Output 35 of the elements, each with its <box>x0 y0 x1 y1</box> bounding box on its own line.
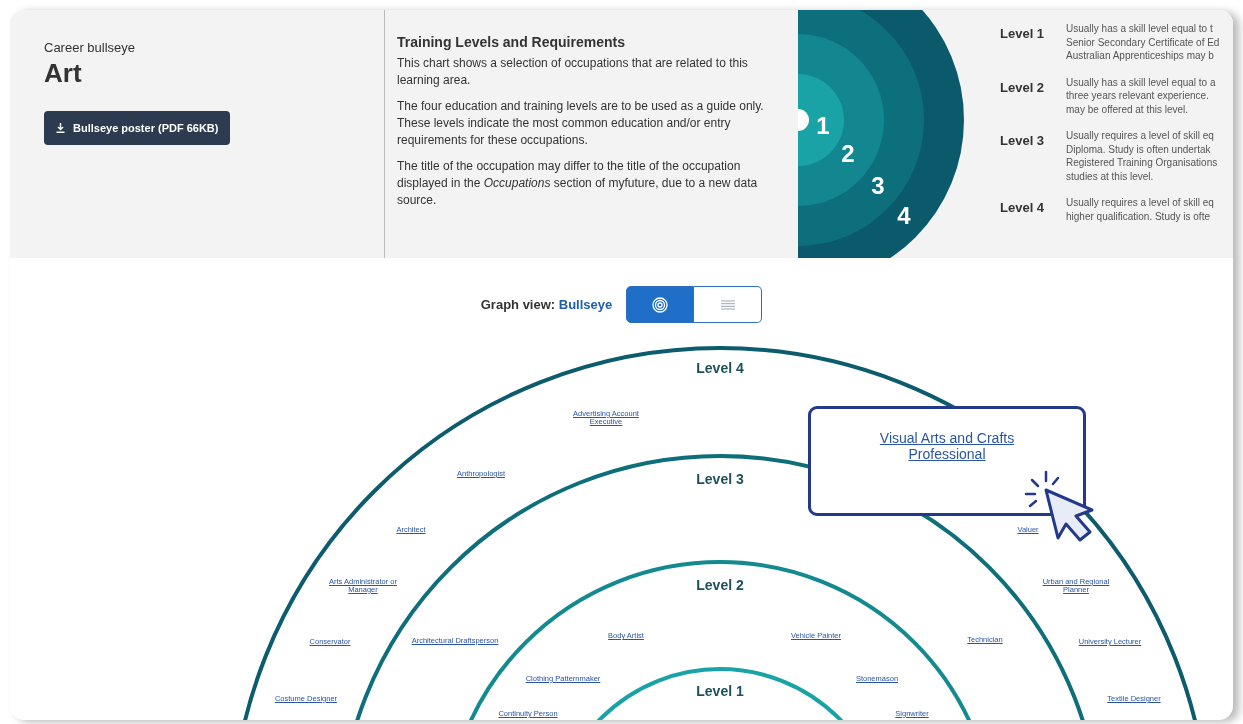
graph-view-label: Graph view: Bullseye <box>480 295 613 314</box>
ring-level-label: Level 4 <box>696 359 744 378</box>
level-description-line: Usually requires a level of skill eq <box>1066 196 1214 210</box>
level-description-line: Diploma. Study is often undertak <box>1066 142 1212 156</box>
level-description-line: Usually requires a level of skill eq <box>1066 129 1215 143</box>
level-description-line: Usually has a skill level equal to a <box>1066 75 1216 89</box>
level-description-line: three years relevant experience. <box>1066 89 1210 103</box>
bullseye-view-button[interactable] <box>626 286 695 323</box>
download-button[interactable]: Bullseye poster (PDF 66KB) <box>44 110 231 146</box>
level-label: Level 3 <box>1000 132 1046 150</box>
level-label: Level 4 <box>1000 199 1046 217</box>
info-paragraph: The title of the occupation may differ to the title of the occupation displayed in the Occupations section of myfuture, due to a new data source. <box>397 157 759 209</box>
level-label: Level 1 <box>1000 25 1046 43</box>
occupation-link[interactable]: Visual Arts and Crafts Professional <box>862 430 1032 462</box>
list-view-button[interactable] <box>694 286 763 323</box>
info-paragraph: The four education and training levels are to be used as a guide only. These levels indicate the most common education and/or entry requirements for these occupations. <box>397 97 765 149</box>
info-heading: Training Levels and Requirements <box>397 34 626 51</box>
level-description-line: higher qualification. Study is ofte <box>1066 209 1211 223</box>
level-description-line: Registered Training Organisations <box>1066 156 1218 170</box>
ring-level-label: Level 3 <box>696 470 744 489</box>
eyebrow-text: Career bullseye <box>44 39 137 57</box>
level-description-line: Australian Apprenticeships may b <box>1066 49 1215 63</box>
level-description-line: Senior Secondary Certificate of Ed <box>1066 35 1220 49</box>
page-title: Art <box>44 57 83 89</box>
level-description-line: Usually has a skill level equal to t <box>1066 22 1214 36</box>
ring-level-label: Level 2 <box>696 576 744 595</box>
download-icon <box>56 122 65 133</box>
level-description-line: studies at this level. <box>1066 169 1155 183</box>
bullseye-legend-drawing: 1 2 3 4 <box>798 10 965 258</box>
ring-level-label: Level 1 <box>696 682 744 701</box>
bullseye-icon <box>652 296 669 313</box>
info-paragraph: This chart shows a selection of occupations that are related to this learning area. <box>397 54 749 89</box>
level-description-line: may be offered at this level. <box>1066 102 1190 116</box>
level-label: Level 2 <box>1000 78 1046 97</box>
list-icon <box>720 299 735 310</box>
